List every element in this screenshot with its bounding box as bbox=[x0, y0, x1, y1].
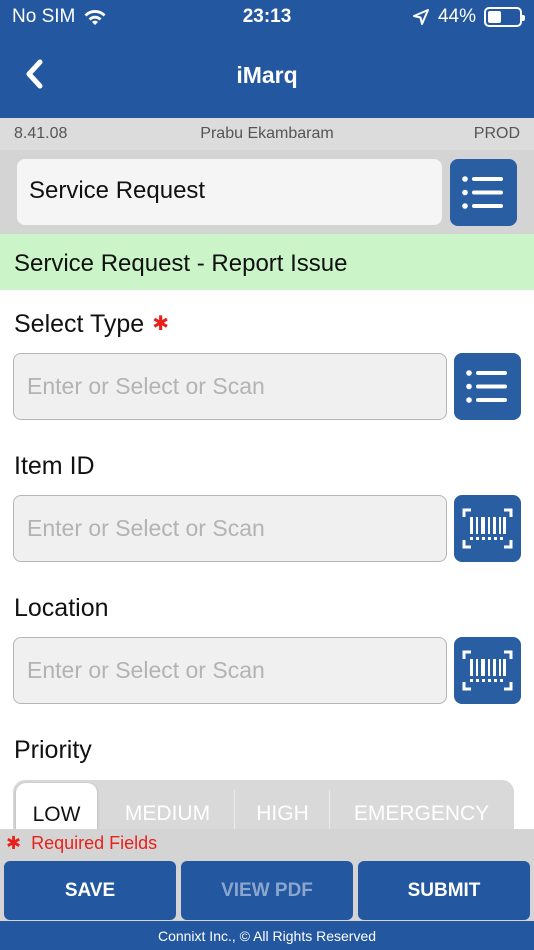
battery-icon bbox=[484, 7, 525, 27]
environment-label: PROD bbox=[473, 125, 520, 142]
priority-label: Priority bbox=[14, 736, 92, 764]
location-arrow-icon bbox=[412, 9, 429, 25]
page-title: iMarq bbox=[236, 62, 298, 88]
required-fields-text: Required Fields bbox=[31, 833, 158, 853]
battery-fill bbox=[488, 11, 501, 23]
select-type-label-text: Select Type bbox=[14, 310, 145, 338]
item-id-scan-button[interactable] bbox=[454, 495, 521, 562]
required-star: ✱ bbox=[152, 313, 169, 335]
info-bar: 8.41.08 Prabu Ekambaram PROD bbox=[0, 118, 534, 150]
module-bar: Service Request bbox=[0, 150, 534, 234]
copyright-footer: Connixt Inc., © All Rights Reserved bbox=[0, 921, 534, 950]
bottom-action-area: ✱ Required Fields SAVE VIEW PDF SUBMIT C… bbox=[0, 829, 534, 950]
battery-tip bbox=[522, 15, 525, 21]
list-icon bbox=[462, 176, 503, 209]
location-label: Location bbox=[14, 594, 109, 622]
submit-button[interactable]: SUBMIT bbox=[358, 861, 530, 920]
location-input[interactable] bbox=[13, 637, 447, 704]
priority-option-emergency[interactable]: EMERGENCY bbox=[330, 802, 513, 826]
section-title: Service Request - Report Issue bbox=[0, 234, 534, 290]
priority-option-medium[interactable]: MEDIUM bbox=[107, 802, 228, 826]
status-right: 44% bbox=[412, 6, 525, 28]
list-icon bbox=[466, 370, 507, 403]
view-pdf-button[interactable]: VIEW PDF bbox=[181, 861, 353, 920]
required-star: ✱ bbox=[6, 833, 22, 853]
app-header: iMarq bbox=[0, 34, 534, 118]
save-button[interactable]: SAVE bbox=[4, 861, 176, 920]
required-fields-note: ✱ Required Fields bbox=[6, 833, 157, 854]
select-type-label: Select Type ✱ bbox=[14, 310, 169, 339]
priority-option-high[interactable]: HIGH bbox=[235, 802, 330, 826]
select-type-input[interactable] bbox=[13, 353, 447, 420]
item-id-input[interactable] bbox=[13, 495, 447, 562]
module-menu-button[interactable] bbox=[450, 159, 517, 226]
barcode-scan-icon bbox=[462, 508, 513, 549]
barcode-scan-icon bbox=[462, 650, 513, 691]
item-id-label: Item ID bbox=[14, 452, 95, 480]
status-bar: No SIM 23:13 44% bbox=[0, 0, 534, 34]
user-name: Prabu Ekambaram bbox=[200, 125, 334, 142]
module-field[interactable]: Service Request bbox=[17, 159, 442, 225]
battery-percent: 44% bbox=[437, 6, 476, 27]
location-scan-button[interactable] bbox=[454, 637, 521, 704]
select-type-list-button[interactable] bbox=[454, 353, 521, 420]
